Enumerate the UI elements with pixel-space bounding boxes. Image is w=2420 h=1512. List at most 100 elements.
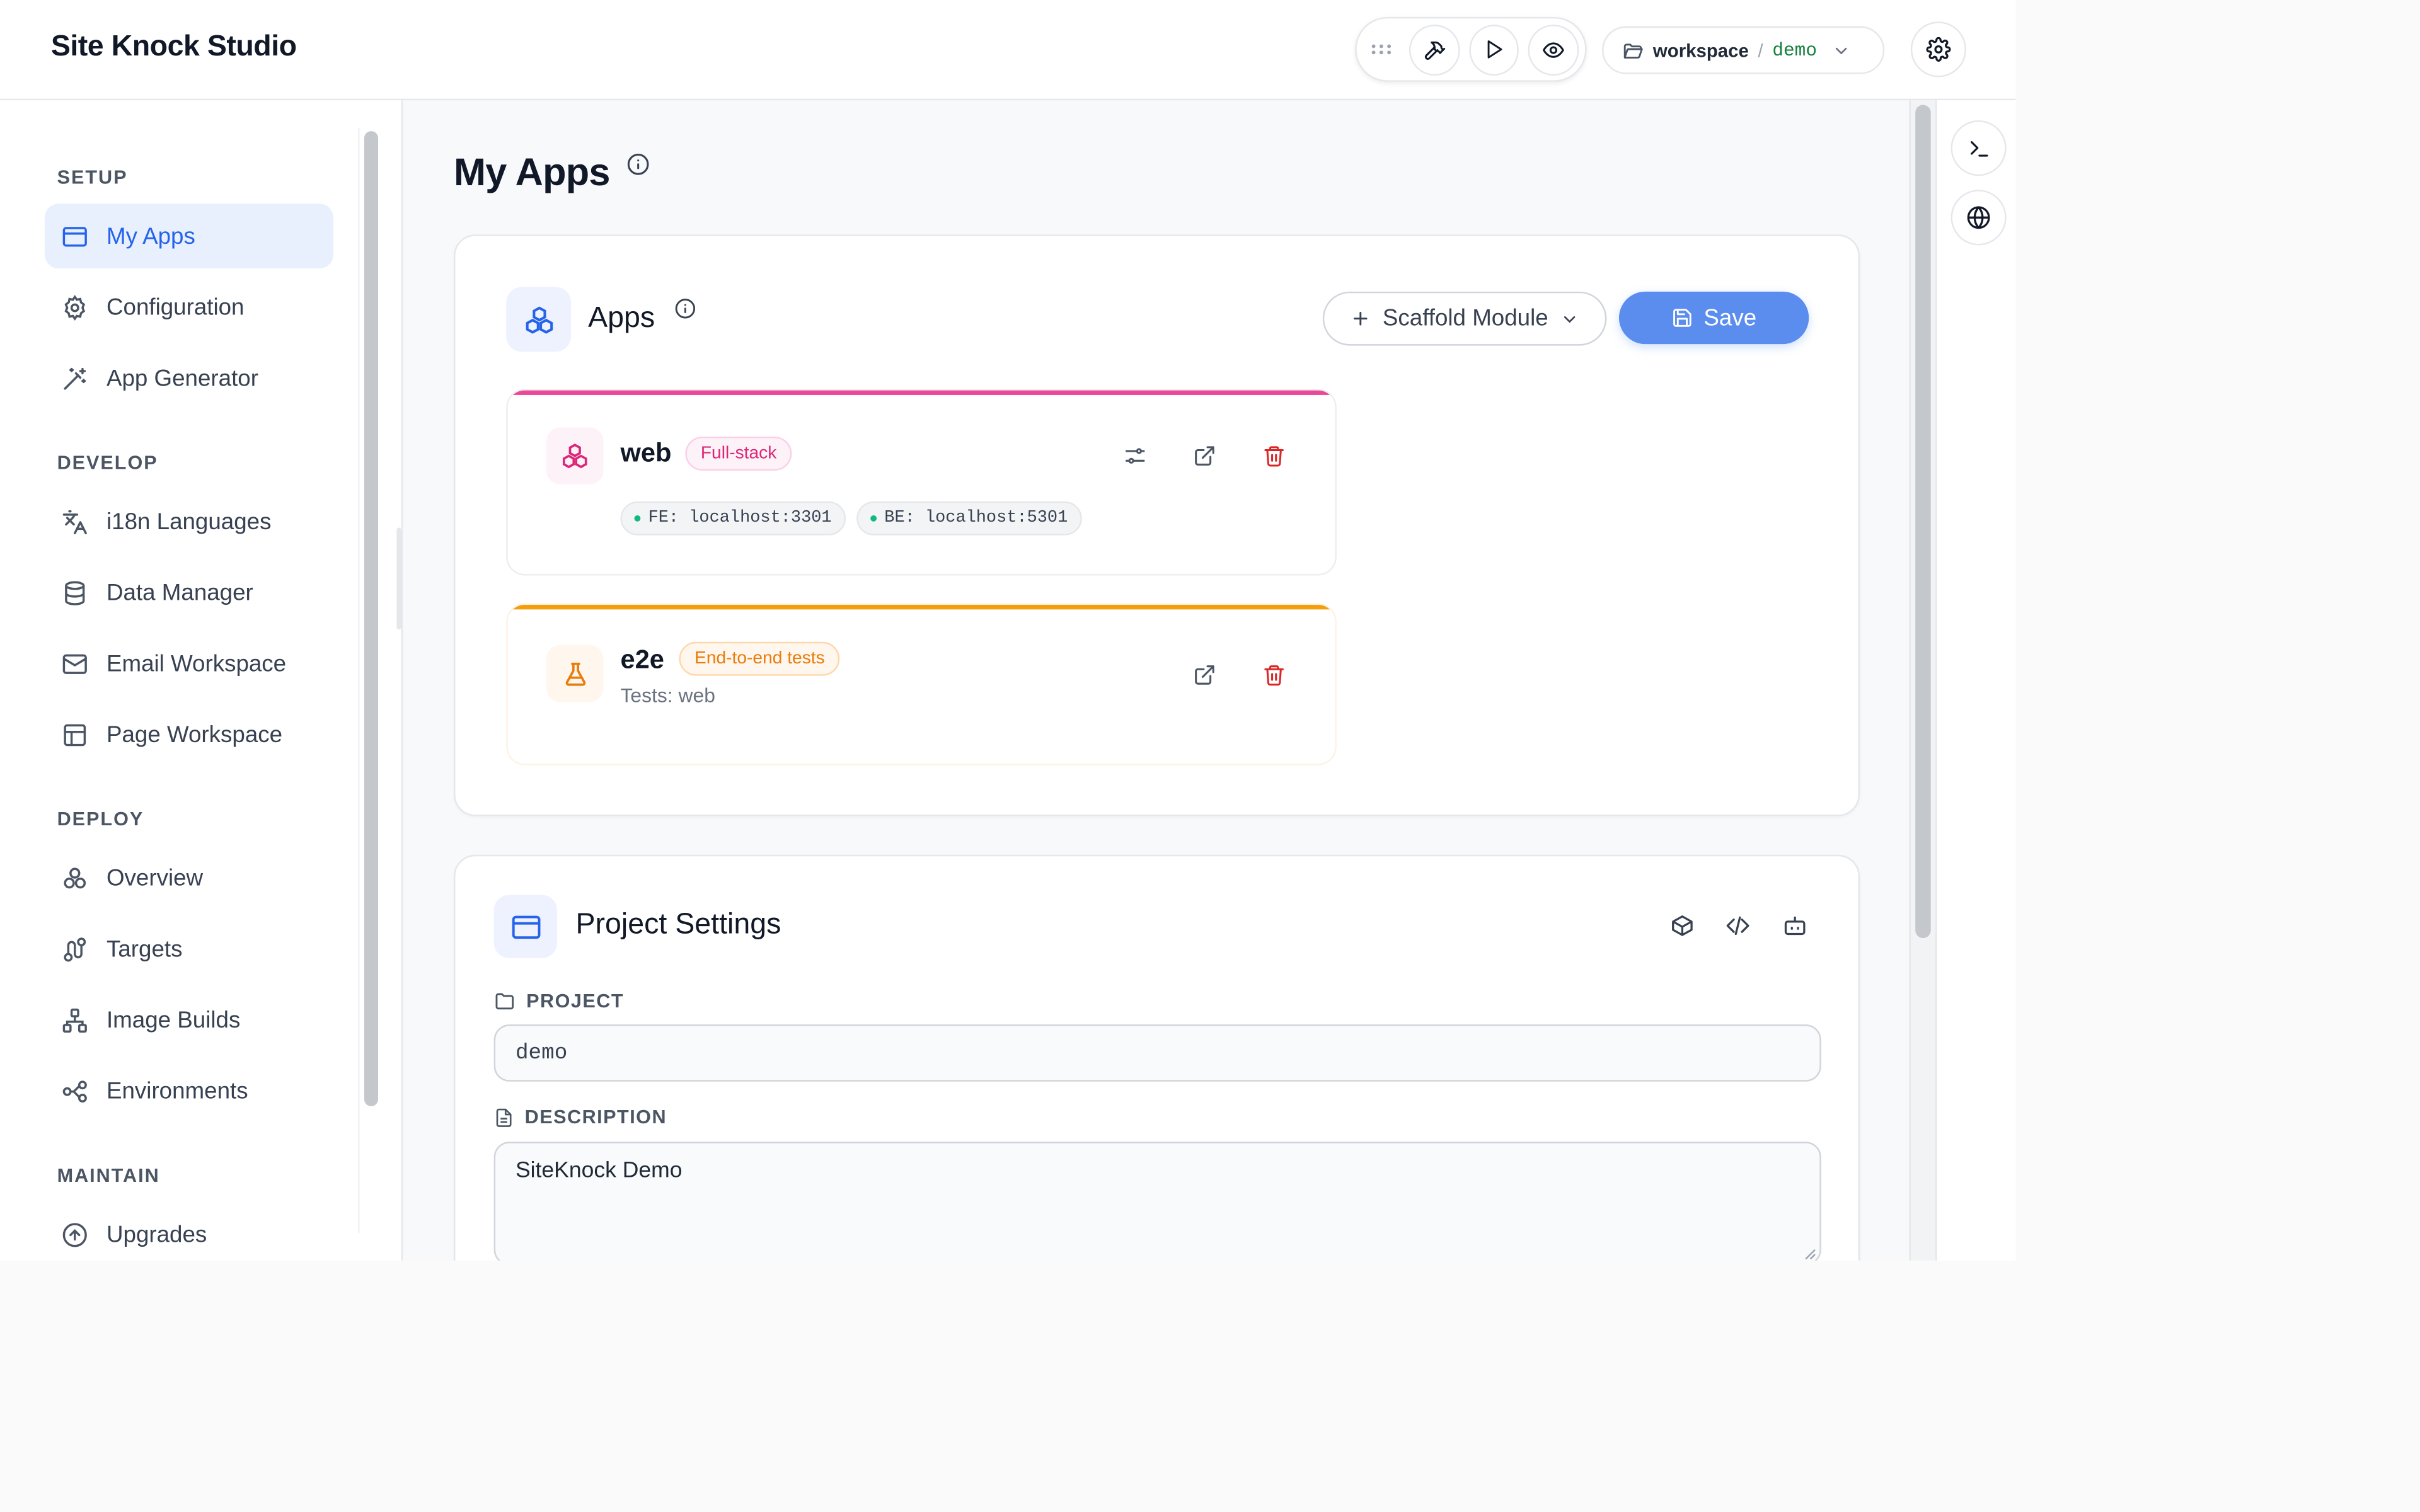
app-icon	[546, 644, 604, 702]
floating-toolbar	[1355, 16, 1587, 82]
code-button[interactable]	[1721, 908, 1755, 942]
sidebar-item-data-manager[interactable]: Data Manager	[45, 560, 333, 625]
terminal-button[interactable]	[1950, 120, 2007, 176]
package-button[interactable]	[1665, 908, 1699, 942]
wand-icon	[64, 367, 86, 389]
scaffold-module-button[interactable]: Scaffold Module	[1322, 291, 1607, 346]
globe-button[interactable]	[1950, 190, 2007, 246]
sidebar-item-label: Email Workspace	[106, 650, 287, 677]
languages-icon	[62, 509, 87, 534]
app-type-badge: End-to-end tests	[679, 641, 841, 676]
app-open-button[interactable]	[1184, 654, 1224, 694]
save-icon	[1673, 309, 1691, 327]
apps-card-title: Apps	[588, 302, 655, 335]
run-button[interactable]	[1468, 23, 1519, 75]
project-input[interactable]: demo	[493, 1024, 1821, 1082]
eye-icon	[1543, 42, 1565, 57]
external-link-icon	[1194, 664, 1214, 684]
sidebar-item-overview[interactable]: Overview	[45, 845, 333, 910]
apps-info-icon[interactable]	[673, 296, 698, 321]
sidebar-item-label: Upgrades	[106, 1221, 207, 1248]
network-icon	[62, 1007, 87, 1032]
drag-handle-icon[interactable]	[1363, 31, 1399, 68]
bot-icon	[1784, 916, 1806, 936]
hammer-icon	[1424, 40, 1445, 59]
apps-card-icon	[506, 287, 572, 352]
sidebar-item-image-builds[interactable]: Image Builds	[45, 987, 333, 1052]
settings-button[interactable]	[1910, 21, 1967, 77]
bot-button[interactable]	[1778, 908, 1812, 942]
file-text-icon	[496, 1108, 512, 1126]
app-type-badge: Full-stack	[685, 437, 792, 471]
play-icon	[1487, 40, 1502, 59]
code-icon	[1726, 916, 1749, 936]
sidebar-item-label: App Generator	[106, 365, 258, 391]
layout-icon	[64, 723, 86, 746]
main-scrollbar-thumb[interactable]	[1915, 105, 1931, 938]
globe-icon	[1967, 206, 1990, 229]
chip-label: FE: localhost:3301	[648, 509, 832, 528]
workspace-project: demo	[1772, 39, 1817, 61]
frontend-port-chip: FE: localhost:3301	[620, 501, 846, 536]
apps-card: Apps Scaffold Module Save web Full-stack…	[454, 234, 1860, 816]
app-window: Site Knock Studio workspace / demo SETUP…	[0, 0, 2016, 1261]
sidebar-item-my-apps[interactable]: My Apps	[45, 203, 333, 269]
section-develop: DEVELOP	[57, 452, 158, 474]
sidebar-item-configuration[interactable]: Configuration	[45, 275, 333, 340]
sidebar-scrollbar-thumb[interactable]	[364, 131, 379, 1106]
sidebar-item-label: i18n Languages	[106, 508, 272, 535]
app-window-icon	[511, 915, 540, 938]
status-dot	[634, 515, 641, 522]
sidebar-item-label: Environments	[106, 1077, 248, 1104]
workspace-label: workspace	[1652, 39, 1749, 61]
app-open-button[interactable]	[1184, 435, 1224, 476]
workspace-separator: /	[1758, 39, 1763, 61]
sliders-icon	[1124, 447, 1144, 463]
status-dot	[870, 515, 877, 522]
sidebar-item-email-workspace[interactable]: Email Workspace	[45, 631, 333, 696]
sidebar-item-targets[interactable]: Targets	[45, 917, 333, 982]
section-deploy: DEPLOY	[57, 808, 144, 830]
sidebar-item-app-generator[interactable]: App Generator	[45, 346, 333, 411]
top-header: Site Knock Studio workspace / demo	[0, 0, 2016, 101]
sidebar-item-i18n-languages[interactable]: i18n Languages	[45, 489, 333, 554]
sidebar-resize-handle[interactable]	[396, 527, 401, 630]
chevron-down-icon	[1836, 47, 1847, 54]
section-maintain: MAINTAIN	[57, 1164, 160, 1187]
sidebar-item-label: Overview	[106, 864, 204, 891]
description-textarea[interactable]: SiteKnock Demo	[493, 1142, 1821, 1261]
app-settings-button[interactable]	[1114, 435, 1155, 476]
app-name: e2e	[620, 644, 664, 675]
project-field-label: PROJECT	[494, 990, 624, 1012]
build-button[interactable]	[1409, 23, 1460, 75]
app-card-web: web Full-stack FE: localhost:3301 BE: lo…	[506, 389, 1337, 576]
workspace-selector[interactable]: workspace / demo	[1602, 26, 1885, 74]
sidebar-item-page-workspace[interactable]: Page Workspace	[45, 702, 333, 767]
workflow-icon	[62, 1080, 87, 1102]
sidebar-item-label: Data Manager	[106, 579, 253, 606]
sidebar-item-environments[interactable]: Environments	[45, 1058, 333, 1123]
app-delete-button[interactable]	[1253, 654, 1294, 694]
app-delete-button[interactable]	[1253, 435, 1294, 476]
sidebar-item-upgrades[interactable]: Upgrades	[45, 1202, 333, 1261]
resize-corner-icon[interactable]	[1804, 1248, 1817, 1261]
page-info-icon[interactable]	[623, 150, 651, 178]
folder-open-icon	[1623, 43, 1643, 58]
mail-icon	[62, 653, 87, 673]
sidebar-item-label: Page Workspace	[106, 721, 283, 748]
route-icon	[64, 937, 86, 961]
save-button[interactable]: Save	[1619, 291, 1809, 345]
external-link-icon	[1194, 445, 1214, 465]
save-label: Save	[1703, 304, 1757, 331]
app-subtitle: Tests: web	[620, 683, 715, 707]
flask-icon	[565, 662, 585, 685]
gear-icon	[64, 294, 86, 320]
scaffold-module-label: Scaffold Module	[1382, 305, 1548, 332]
chip-label: BE: localhost:5301	[884, 509, 1068, 528]
plus-icon	[1353, 311, 1368, 326]
project-settings-card: Project Settings PROJECT demo DESCRIPTIO…	[454, 854, 1860, 1261]
trash-icon	[1264, 445, 1283, 466]
boxes-icon	[525, 306, 553, 333]
package-icon	[1672, 915, 1693, 936]
preview-button[interactable]	[1528, 23, 1579, 75]
